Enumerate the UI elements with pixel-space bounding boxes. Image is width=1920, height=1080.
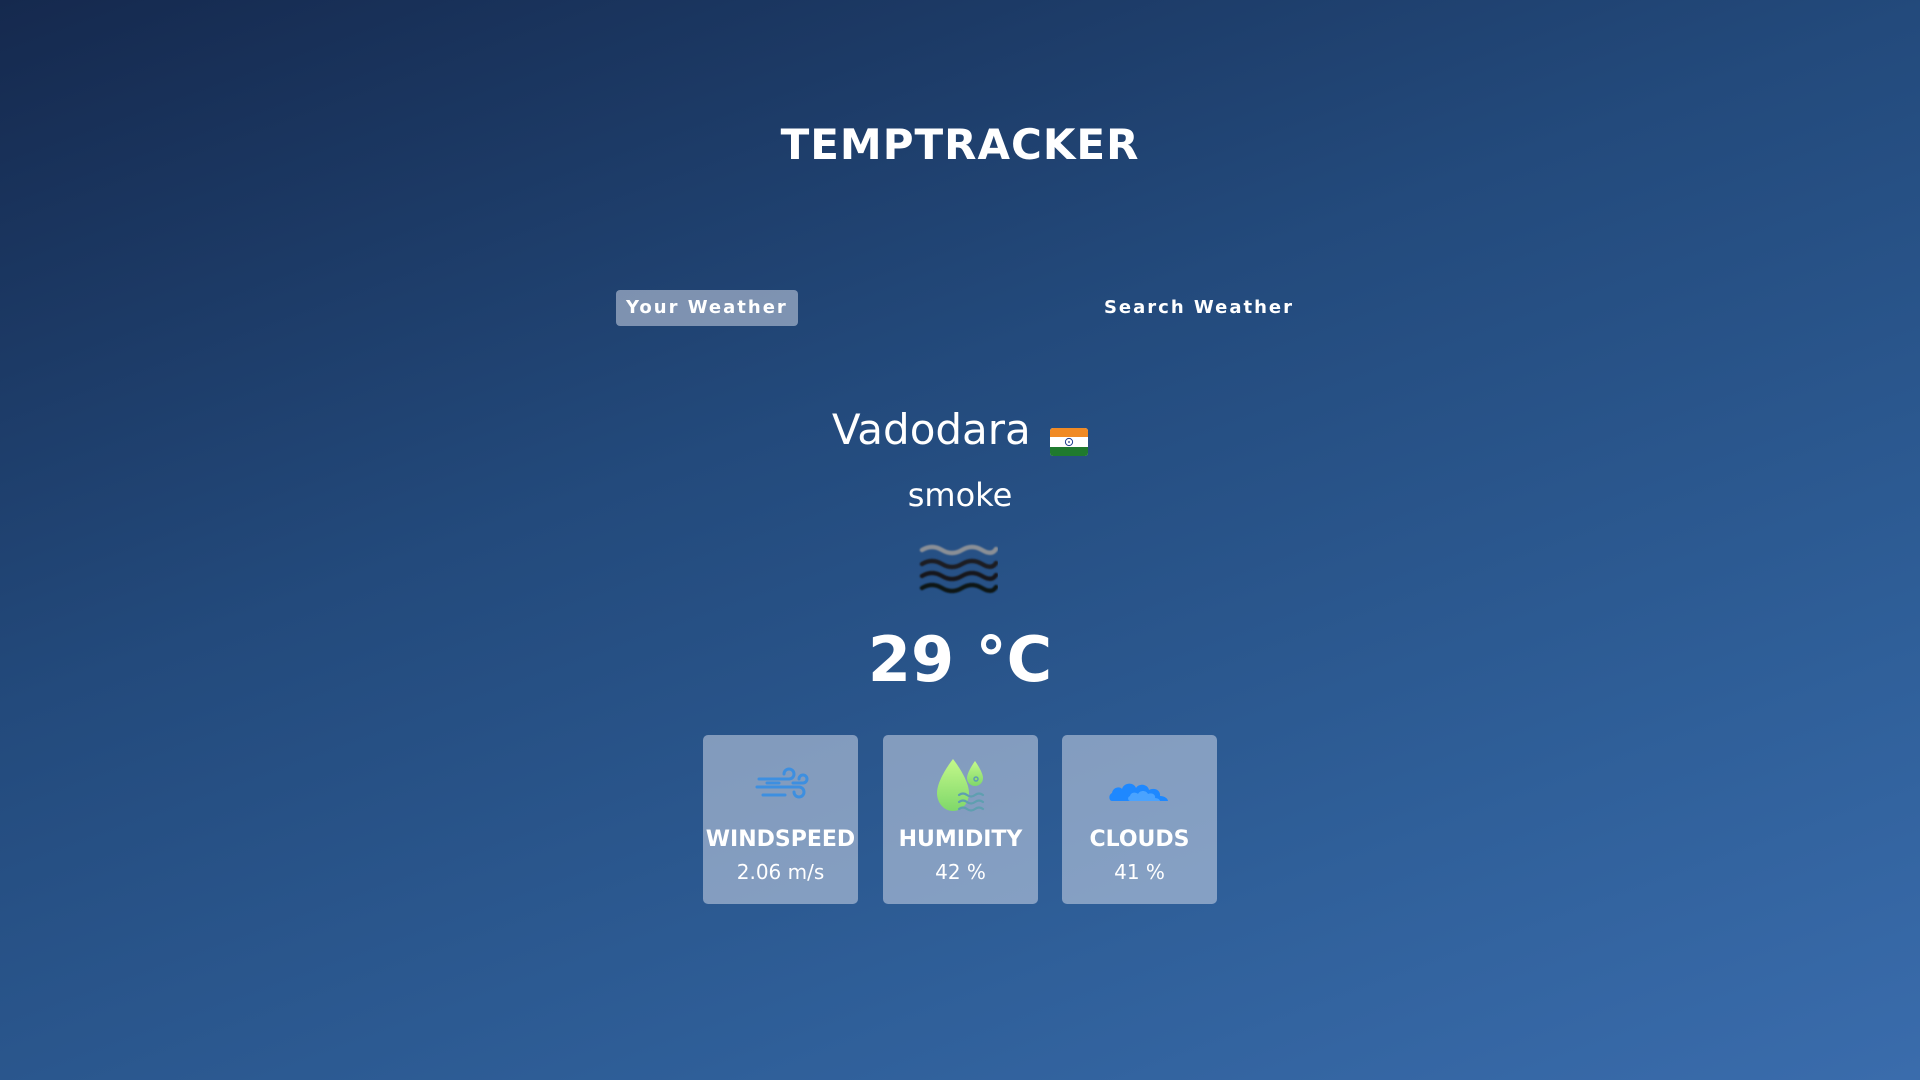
windspeed-card: WINDSPEED 2.06 m/s — [703, 735, 858, 904]
temperature-reading: 29 °C — [867, 623, 1053, 696]
humidity-value: 42 % — [935, 860, 986, 884]
location-heading: Vadodara — [0, 405, 1920, 456]
tab-bar: Your Weather Search Weather — [616, 290, 1304, 326]
windspeed-label: WINDSPEED — [705, 827, 856, 852]
weather-description: smoke — [907, 476, 1013, 514]
clouds-value: 41 % — [1114, 860, 1165, 884]
tab-your-weather[interactable]: Your Weather — [616, 290, 798, 326]
cloud-icon — [1108, 755, 1172, 819]
clouds-label: CLOUDS — [1089, 827, 1190, 852]
humidity-icon — [929, 755, 993, 819]
smoke-haze-icon — [918, 540, 999, 600]
windspeed-value: 2.06 m/s — [736, 860, 825, 884]
india-flag-icon — [1050, 417, 1089, 456]
app-title: TEMPTRACKER — [780, 120, 1140, 169]
tab-search-weather[interactable]: Search Weather — [1094, 290, 1304, 326]
wind-icon — [749, 755, 813, 819]
humidity-label: HUMIDITY — [898, 827, 1023, 852]
clouds-card: CLOUDS 41 % — [1062, 735, 1217, 904]
stats-cards: WINDSPEED 2.06 m/s HUMIDITY 42 % CLOUDS … — [703, 735, 1217, 905]
humidity-card: HUMIDITY 42 % — [883, 735, 1038, 904]
city-name: Vadodara — [831, 405, 1031, 454]
